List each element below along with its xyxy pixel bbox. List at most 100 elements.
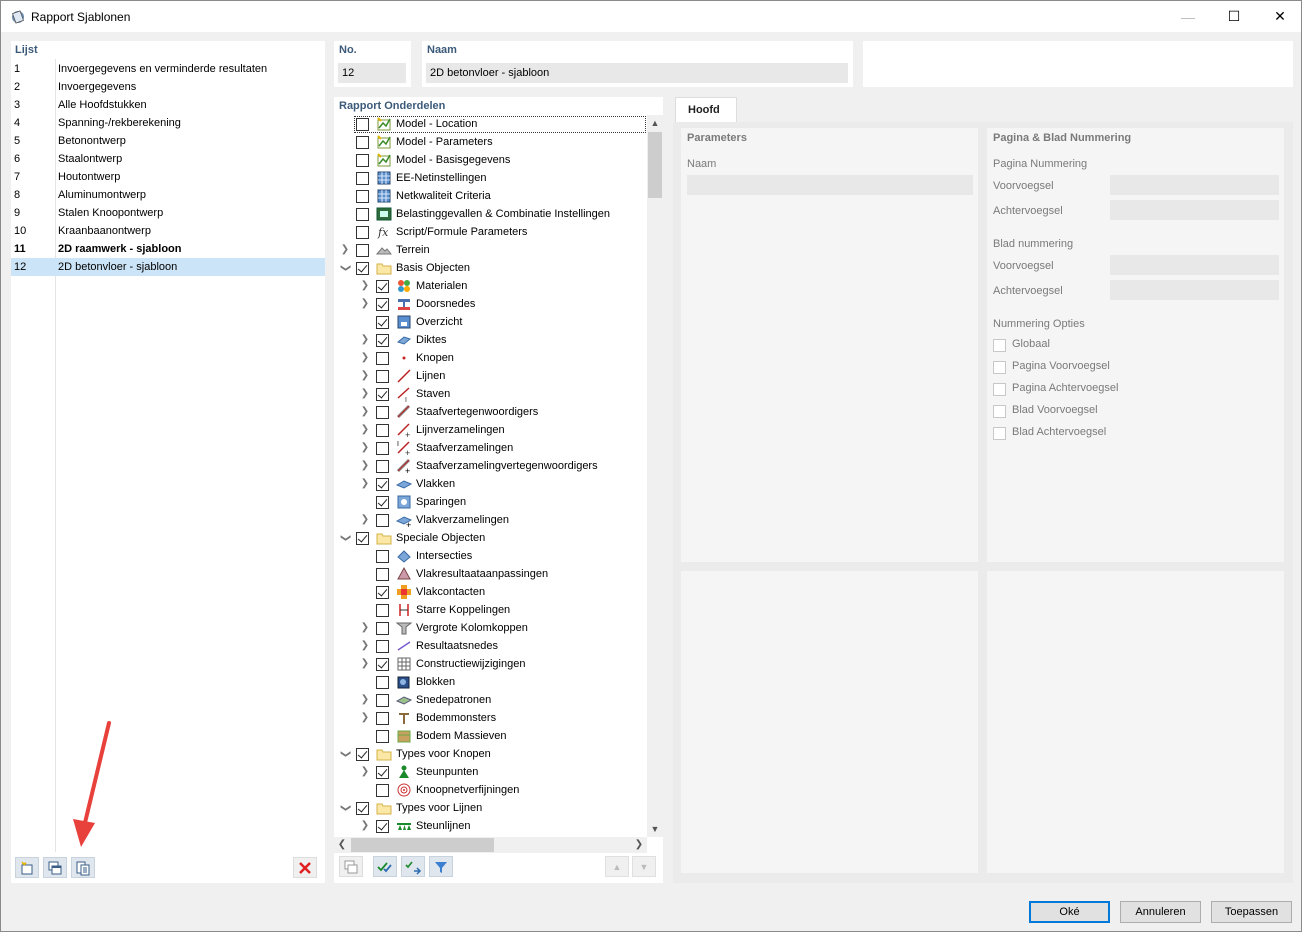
chevron-right-icon[interactable]: ❯ [360, 349, 370, 367]
list-item[interactable]: 4 Spanning-/rekberekening [11, 114, 325, 132]
tree-item[interactable]: Overzicht [334, 313, 647, 331]
tree-item-checkbox[interactable] [376, 640, 389, 653]
tree-item-checkbox[interactable] [376, 730, 389, 743]
cancel-button[interactable]: Annuleren [1120, 901, 1201, 923]
vertical-scrollbar[interactable]: ▲ ▼ [647, 115, 663, 837]
list-item[interactable]: 11 2D raamwerk - sjabloon [11, 240, 325, 258]
move-up-button[interactable]: ▲ [605, 856, 629, 877]
tree-item-checkbox[interactable] [376, 460, 389, 473]
vertical-scroll-thumb[interactable] [648, 132, 662, 198]
number-field[interactable]: 12 [338, 63, 406, 83]
tree-item-checkbox[interactable] [376, 694, 389, 707]
tree-item-checkbox[interactable] [376, 514, 389, 527]
minimize-button[interactable]: — [1165, 1, 1211, 32]
tree-item-checkbox[interactable] [376, 784, 389, 797]
tree-item-checkbox[interactable] [376, 478, 389, 491]
list-item[interactable]: 5 Betonontwerp [11, 132, 325, 150]
chevron-right-icon[interactable]: ❯ [360, 439, 370, 457]
chevron-right-icon[interactable]: ❯ [360, 385, 370, 403]
tree-item[interactable]: ❯ + Lijnverzamelingen [334, 421, 647, 439]
tree-item-checkbox[interactable] [376, 388, 389, 401]
scroll-up-icon[interactable]: ▲ [647, 115, 663, 131]
description-panel[interactable] [863, 41, 1293, 87]
apply-button[interactable]: Toepassen [1211, 901, 1292, 923]
chevron-right-icon[interactable]: ❯ [360, 475, 370, 493]
tree-item-checkbox[interactable] [356, 208, 369, 221]
chevron-right-icon[interactable]: ❯ [360, 403, 370, 421]
filter-button[interactable] [429, 856, 453, 877]
sheet-prefix-field[interactable] [1110, 255, 1279, 275]
tree-item[interactable]: ❯ Basis Objecten [334, 259, 647, 277]
tree-item[interactable]: ❯ Constructiewijzigingen [334, 655, 647, 673]
maximize-button[interactable]: ☐ [1211, 1, 1257, 32]
tree-item-checkbox[interactable] [356, 154, 369, 167]
tree-item[interactable]: ❯ Bodemmonsters [334, 709, 647, 727]
tree-item[interactable]: Model - Basisgegevens [334, 151, 647, 169]
chevron-down-icon[interactable]: ❯ [336, 749, 354, 759]
name-param-field[interactable] [687, 175, 973, 195]
list-item[interactable]: 7 Houtontwerp [11, 168, 325, 186]
tree-item-checkbox[interactable] [376, 820, 389, 833]
tree-item[interactable]: ❯ Terrein [334, 241, 647, 259]
tree-item-checkbox[interactable] [356, 118, 369, 131]
chevron-right-icon[interactable]: ❯ [360, 331, 370, 349]
tree-item-checkbox[interactable] [376, 586, 389, 599]
tree-item-checkbox[interactable] [356, 262, 369, 275]
page-suffix-field[interactable] [1110, 200, 1279, 220]
chevron-right-icon[interactable]: ❯ [340, 241, 350, 259]
tree-item[interactable]: fx Script/Formule Parameters [334, 223, 647, 241]
tree-item[interactable]: ❯ Speciale Objecten [334, 529, 647, 547]
list-item[interactable]: 3 Alle Hoofdstukken [11, 96, 325, 114]
tree-item[interactable]: ❯ Steunpunten [334, 763, 647, 781]
list-item[interactable]: 2 Invoergegevens [11, 78, 325, 96]
tree-item[interactable]: Sparingen [334, 493, 647, 511]
tree-item[interactable]: ❯ Lijnen [334, 367, 647, 385]
tree-item[interactable]: Intersecties [334, 547, 647, 565]
delete-template-button[interactable] [293, 857, 317, 878]
tree-item[interactable]: Vlakcontacten [334, 583, 647, 601]
page-prefix-field[interactable] [1110, 175, 1279, 195]
new-template-button[interactable] [15, 857, 39, 878]
scroll-left-icon[interactable]: ❮ [334, 837, 350, 853]
tree-item[interactable]: Knoopnetverfijningen [334, 781, 647, 799]
tree-item-checkbox[interactable] [376, 766, 389, 779]
scroll-right-icon[interactable]: ❯ [631, 837, 647, 853]
close-button[interactable]: ✕ [1257, 1, 1302, 32]
tree-item[interactable]: Model - Location [334, 115, 647, 133]
tree-item[interactable]: ❯ Materialen [334, 277, 647, 295]
ok-button[interactable]: Oké [1029, 901, 1110, 923]
tree-item[interactable]: ❯ Vergrote Kolomkoppen [334, 619, 647, 637]
tree-item[interactable]: Belastinggevallen & Combinatie Instellin… [334, 205, 647, 223]
tree-item-checkbox[interactable] [376, 316, 389, 329]
tree-item[interactable]: ❯ + Vlakverzamelingen [334, 511, 647, 529]
tree-item-checkbox[interactable] [376, 712, 389, 725]
copy-template-button[interactable] [43, 857, 67, 878]
tree-item-checkbox[interactable] [376, 550, 389, 563]
tree-item[interactable]: ❯ Knopen [334, 349, 647, 367]
tree-item-checkbox[interactable] [356, 244, 369, 257]
tree-item-checkbox[interactable] [376, 604, 389, 617]
list-item[interactable]: 9 Stalen Knoopontwerp [11, 204, 325, 222]
numbering-option-checkbox[interactable] [993, 427, 1006, 440]
check-all-button[interactable] [373, 856, 397, 877]
tree-item[interactable]: ❯ Steunlijnen [334, 817, 647, 835]
tree-item-checkbox[interactable] [356, 136, 369, 149]
tree-item[interactable]: ❯ Types voor Lijnen [334, 799, 647, 817]
scroll-down-icon[interactable]: ▼ [647, 821, 663, 837]
tree-item[interactable]: Model - Parameters [334, 133, 647, 151]
tree-item-checkbox[interactable] [376, 676, 389, 689]
chevron-right-icon[interactable]: ❯ [360, 709, 370, 727]
chevron-down-icon[interactable]: ❯ [336, 803, 354, 813]
tree-item[interactable]: ❯ Doorsnedes [334, 295, 647, 313]
tree-item[interactable]: Vlakresultaataanpassingen [334, 565, 647, 583]
chevron-right-icon[interactable]: ❯ [360, 817, 370, 835]
tree-item-checkbox[interactable] [376, 334, 389, 347]
tree-item[interactable]: ❯ + I Staafverzamelingen [334, 439, 647, 457]
tree-item-checkbox[interactable] [356, 802, 369, 815]
numbering-option-checkbox[interactable] [993, 405, 1006, 418]
tree-item[interactable]: ❯ Resultaatsnedes [334, 637, 647, 655]
chevron-right-icon[interactable]: ❯ [360, 511, 370, 529]
tree-item[interactable]: EE-Netinstellingen [334, 169, 647, 187]
chevron-right-icon[interactable]: ❯ [360, 457, 370, 475]
numbering-option-checkbox[interactable] [993, 361, 1006, 374]
